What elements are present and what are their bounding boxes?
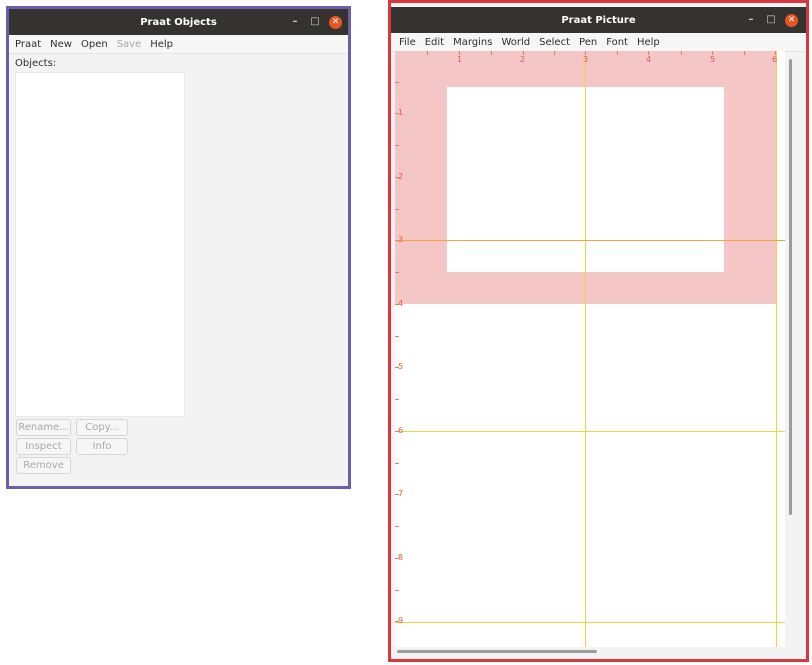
ruler-tick xyxy=(617,51,618,55)
menu-font[interactable]: Font xyxy=(606,37,628,48)
guide-line-horizontal xyxy=(395,431,785,432)
copy-button[interactable]: Copy... xyxy=(76,419,128,436)
guide-line-horizontal xyxy=(395,240,785,241)
guide-line-vertical xyxy=(585,51,586,647)
remove-button[interactable]: Remove xyxy=(16,457,71,474)
ruler-tick xyxy=(395,272,399,273)
ruler-tick xyxy=(395,463,399,464)
ruler-tick xyxy=(554,51,555,55)
menu-world[interactable]: World xyxy=(501,37,530,48)
objects-list[interactable] xyxy=(15,72,185,417)
ruler-left-label: 9 xyxy=(398,616,404,625)
ruler-left-label: 4 xyxy=(398,299,404,308)
maximize-icon[interactable]: □ xyxy=(309,17,321,27)
guide-line-horizontal xyxy=(395,622,785,623)
ruler-left-label: 2 xyxy=(398,172,404,181)
minimize-icon[interactable]: – xyxy=(745,15,757,25)
ruler-tick xyxy=(427,51,428,55)
menu-file[interactable]: File xyxy=(399,37,416,48)
objects-titlebar[interactable]: Praat Objects – □ ✕ xyxy=(9,9,348,35)
ruler-tick xyxy=(681,51,682,55)
ruler-tick xyxy=(395,399,399,400)
vertical-scrollbar[interactable] xyxy=(788,53,793,645)
guide-line-vertical xyxy=(776,51,777,647)
ruler-top-label: 1 xyxy=(457,55,463,64)
ruler-tick xyxy=(395,590,399,591)
scrollbar-thumb[interactable] xyxy=(397,650,597,653)
ruler-tick xyxy=(395,209,399,210)
menu-help[interactable]: Help xyxy=(637,37,660,48)
info-button[interactable]: Info xyxy=(76,438,128,455)
scrollbar-thumb[interactable] xyxy=(789,59,792,515)
ruler-left-label: 8 xyxy=(398,553,404,562)
ruler-left-label: 1 xyxy=(398,108,404,117)
picture-titlebar[interactable]: Praat Picture – □ ✕ xyxy=(391,7,806,33)
praat-objects-window: Praat Objects – □ ✕ Praat New Open Save … xyxy=(6,6,351,489)
maximize-icon[interactable]: □ xyxy=(765,15,777,25)
ruler-tick xyxy=(491,51,492,55)
objects-label: Objects: xyxy=(15,58,57,69)
menu-select[interactable]: Select xyxy=(539,37,570,48)
picture-menubar: File Edit Margins World Select Pen Font … xyxy=(391,33,806,52)
ruler-tick xyxy=(744,51,745,55)
menu-help[interactable]: Help xyxy=(150,39,173,50)
ruler-left-label: 6 xyxy=(398,426,404,435)
ruler-left-label: 3 xyxy=(398,235,404,244)
picture-canvas[interactable]: 1 2 3 4 5 6 1 2 3 4 5 6 7 8 9 xyxy=(395,51,785,647)
ruler-top-label: 4 xyxy=(646,55,652,64)
minimize-icon[interactable]: – xyxy=(289,17,301,27)
horizontal-scrollbar[interactable] xyxy=(397,648,788,654)
menu-praat[interactable]: Praat xyxy=(15,39,41,50)
close-icon[interactable]: ✕ xyxy=(785,13,798,27)
menu-open[interactable]: Open xyxy=(81,39,108,50)
menu-margins[interactable]: Margins xyxy=(453,37,492,48)
praat-picture-window: Praat Picture – □ ✕ File Edit Margins Wo… xyxy=(388,0,809,662)
ruler-top-label: 5 xyxy=(710,55,716,64)
menu-save[interactable]: Save xyxy=(117,39,142,50)
picture-window-title: Praat Picture xyxy=(561,14,636,26)
menu-new[interactable]: New xyxy=(50,39,72,50)
ruler-left-label: 7 xyxy=(398,489,404,498)
ruler-left-label: 5 xyxy=(398,362,404,371)
objects-window-title: Praat Objects xyxy=(140,16,217,28)
menu-edit[interactable]: Edit xyxy=(425,37,444,48)
ruler-tick xyxy=(395,82,399,83)
ruler-top-label: 6 xyxy=(772,55,778,64)
ruler-tick xyxy=(395,145,399,146)
ruler-top-label: 2 xyxy=(520,55,526,64)
rename-button[interactable]: Rename... xyxy=(16,419,71,436)
ruler-tick xyxy=(395,336,399,337)
menu-pen[interactable]: Pen xyxy=(579,37,597,48)
objects-menubar: Praat New Open Save Help xyxy=(9,35,348,54)
ruler-tick xyxy=(395,526,399,527)
close-icon[interactable]: ✕ xyxy=(329,15,342,29)
inspect-button[interactable]: Inspect xyxy=(16,438,71,455)
ruler-top-label: 3 xyxy=(583,55,589,64)
